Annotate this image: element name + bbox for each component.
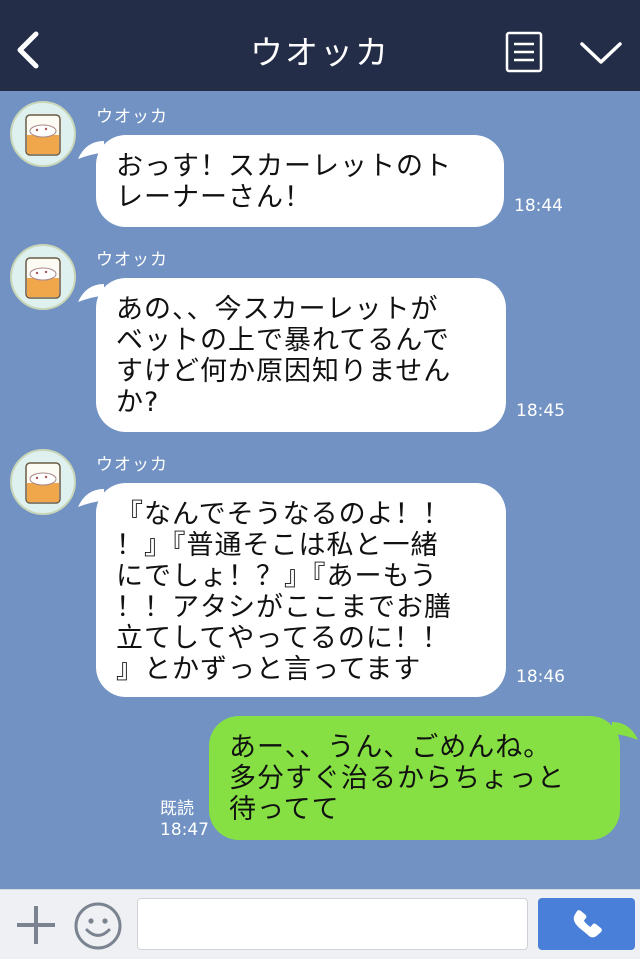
- bubble-tail: [78, 141, 104, 159]
- call-button[interactable]: [538, 898, 635, 950]
- plus-icon: [17, 906, 55, 944]
- menu-button[interactable]: [505, 31, 543, 73]
- smiley-icon: [74, 902, 122, 950]
- emoji-button[interactable]: [73, 901, 123, 951]
- message-line: ベットの上で暴れてるんで: [116, 325, 450, 356]
- avatar[interactable]: [10, 244, 76, 310]
- message-line: あの、、今スカーレットが: [116, 294, 439, 325]
- avatar[interactable]: [10, 449, 76, 515]
- message-line: にでしょ！？』『あーもう: [116, 561, 438, 592]
- glass-avatar-icon: [25, 114, 61, 156]
- glass-avatar-icon: [25, 462, 61, 504]
- sender-name: ウオッカ: [96, 107, 168, 127]
- message-line: 』とかずっと言ってます: [116, 654, 422, 685]
- bubble-tail: [78, 284, 104, 302]
- message-input[interactable]: [137, 898, 528, 950]
- add-attachment-button[interactable]: [14, 903, 58, 947]
- sender-name: ウオッカ: [96, 455, 168, 475]
- chat-title: ウオッカ: [250, 33, 390, 72]
- avatar[interactable]: [10, 101, 76, 167]
- message-time: 18:46: [516, 667, 565, 687]
- incoming-message-bubble[interactable]: あの、、今スカーレットが ベットの上で暴れてるんで すけど何か原因知りません か…: [78, 278, 506, 432]
- read-receipt: 既読 18:47: [160, 799, 209, 841]
- message-time: 18:47: [160, 820, 209, 840]
- incoming-message-bubble[interactable]: おっす！スカーレットのト レーナーさん！: [78, 135, 504, 227]
- glass-avatar-icon: [25, 257, 61, 299]
- message-line: あー、、うん、ごめんね。: [229, 732, 552, 763]
- message-line: レーナーさん！: [116, 182, 312, 213]
- message-line: か?: [116, 387, 160, 418]
- sender-name: ウオッカ: [96, 250, 168, 270]
- message-line: 多分すぐ治るからちょっと: [229, 763, 565, 794]
- menu-icon: [505, 31, 543, 73]
- bubble-tail: [612, 722, 638, 740]
- bubble-tail: [78, 489, 104, 507]
- message-line: 待ってて: [229, 794, 340, 825]
- message-time: 18:44: [514, 196, 563, 216]
- outgoing-message-bubble[interactable]: あー、、うん、ごめんね。 多分すぐ治るからちょっと 待ってて: [209, 716, 638, 840]
- chevron-down-icon: [580, 42, 622, 64]
- message-line: ！！アタシがここまでお膳: [116, 592, 452, 623]
- message-line: 立てしてやってるのに！！: [116, 623, 450, 654]
- message-time: 18:45: [516, 401, 565, 421]
- phone-icon: [573, 910, 602, 938]
- incoming-message-bubble[interactable]: 『なんでそうなるのよ！！ ！』『普通そこは私と一緒 にでしょ！？』『あーもう ！…: [78, 483, 506, 697]
- read-label: 既読: [160, 799, 194, 819]
- message-line: すけど何か原因知りません: [116, 356, 452, 387]
- chat-area[interactable]: ウオッカ おっす！スカーレットのト レーナーさん！ 18:44 ウオッカ あの、…: [0, 91, 640, 889]
- collapse-button[interactable]: [578, 36, 624, 70]
- message-line: 『なんでそうなるのよ！！: [116, 499, 451, 530]
- chat-header: ウオッカ: [0, 0, 640, 91]
- message-line: ！』『普通そこは私と一緒: [116, 530, 439, 561]
- input-bar: [0, 889, 640, 959]
- message-line: おっす！スカーレットのト: [116, 151, 452, 182]
